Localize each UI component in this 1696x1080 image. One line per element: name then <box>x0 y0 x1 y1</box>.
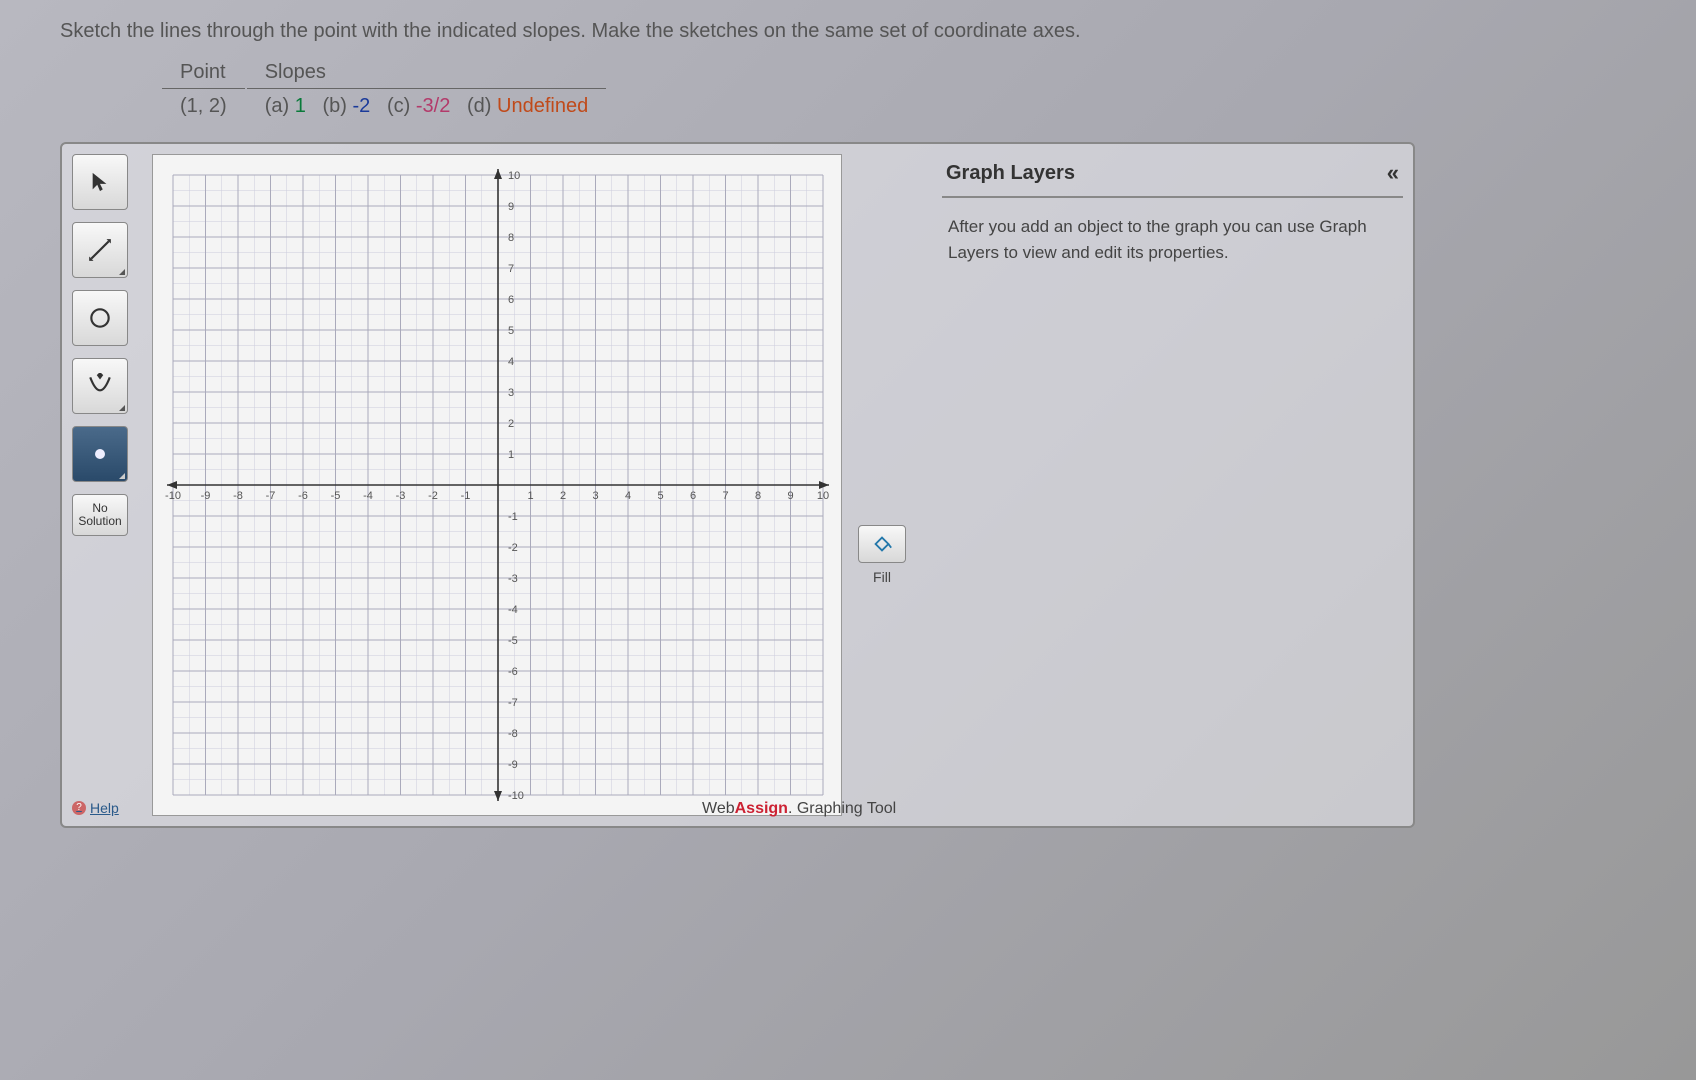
slope-d-label: (d) <box>467 95 491 117</box>
pointer-tool-button[interactable] <box>72 154 128 210</box>
toolbar: No Solution ? Help <box>72 154 142 816</box>
brand-web: Web <box>702 800 735 817</box>
circle-tool-button[interactable] <box>72 290 128 346</box>
question-text: Sketch the lines through the point with … <box>60 20 1636 43</box>
svg-text:2: 2 <box>508 418 514 430</box>
graph-layers-body: After you add an object to the graph you… <box>942 198 1403 281</box>
svg-text:4: 4 <box>508 356 514 368</box>
graph-layers-panel: Graph Layers « After you add an object t… <box>942 154 1403 816</box>
fill-button[interactable] <box>858 525 906 563</box>
brand-assign: Assign <box>735 800 788 817</box>
slope-a-value: 1 <box>295 95 306 117</box>
svg-text:10: 10 <box>508 170 520 182</box>
svg-text:-8: -8 <box>508 728 518 740</box>
svg-text:-9: -9 <box>201 490 211 502</box>
svg-text:8: 8 <box>508 232 514 244</box>
slopes-cell: (a) 1 (b) -2 (c) -3/2 (d) Undefined <box>247 91 607 122</box>
svg-text:3: 3 <box>592 490 598 502</box>
help-link[interactable]: ? Help <box>72 800 142 816</box>
svg-text:9: 9 <box>787 490 793 502</box>
svg-text:-5: -5 <box>508 635 518 647</box>
header-slopes: Slopes <box>247 57 607 89</box>
svg-text:-3: -3 <box>396 490 406 502</box>
graph-canvas[interactable]: -10 -9 -8 -7 -6 -5 -4 -3 -2 -1 1 2 3 4 5 6 7 8 9 10 -10 -9 -8 -… <box>152 154 842 816</box>
collapse-button[interactable]: « <box>1387 160 1399 186</box>
no-solution-label: No Solution <box>78 502 121 528</box>
slope-c-value: -3/2 <box>416 95 450 117</box>
svg-text:-6: -6 <box>508 666 518 678</box>
svg-text:7: 7 <box>508 263 514 275</box>
no-solution-button[interactable]: No Solution <box>72 494 128 536</box>
svg-text:-7: -7 <box>266 490 276 502</box>
parabola-tool-button[interactable] <box>72 358 128 414</box>
svg-text:7: 7 <box>722 490 728 502</box>
fill-label: Fill <box>873 569 891 585</box>
brand-suffix: . Graphing Tool <box>788 800 896 817</box>
svg-text:6: 6 <box>690 490 696 502</box>
svg-text:-3: -3 <box>508 573 518 585</box>
slope-d-value: Undefined <box>497 95 588 117</box>
svg-text:9: 9 <box>508 201 514 213</box>
line-tool-button[interactable] <box>72 222 128 278</box>
svg-text:-10: -10 <box>165 490 181 502</box>
point-tool-button[interactable] <box>72 426 128 482</box>
point-slope-table: Point Slopes (1, 2) (a) 1 (b) -2 (c) -3/… <box>160 55 608 124</box>
svg-text:-2: -2 <box>508 542 518 554</box>
header-point: Point <box>162 57 245 89</box>
svg-text:3: 3 <box>508 387 514 399</box>
slope-a-label: (a) <box>265 95 289 117</box>
svg-text:-1: -1 <box>461 490 471 502</box>
svg-text:4: 4 <box>625 490 631 502</box>
svg-text:2: 2 <box>560 490 566 502</box>
svg-text:10: 10 <box>817 490 829 502</box>
help-icon: ? <box>72 801 86 815</box>
svg-text:-8: -8 <box>233 490 243 502</box>
svg-text:-9: -9 <box>508 759 518 771</box>
graphing-tool-frame: No Solution ? Help -10-9-8-7-6-5-4-3-2-1… <box>60 142 1415 828</box>
slope-c-label: (c) <box>387 95 410 117</box>
coordinate-grid: -10 -9 -8 -7 -6 -5 -4 -3 -2 -1 1 2 3 4 5 6 7 8 9 10 -10 -9 -8 -… <box>153 155 843 815</box>
help-label: Help <box>90 800 119 816</box>
fill-box: Fill <box>852 294 912 816</box>
svg-text:-10: -10 <box>508 790 524 802</box>
svg-text:-1: -1 <box>508 511 518 523</box>
svg-text:-6: -6 <box>298 490 308 502</box>
svg-text:-2: -2 <box>428 490 438 502</box>
svg-text:-7: -7 <box>508 697 518 709</box>
slope-b-value: -2 <box>353 95 371 117</box>
svg-text:1: 1 <box>527 490 533 502</box>
svg-text:-4: -4 <box>508 604 518 616</box>
svg-text:5: 5 <box>657 490 663 502</box>
brand-footer: WebAssign. Graphing Tool <box>702 800 896 818</box>
svg-text:-5: -5 <box>331 490 341 502</box>
svg-text:8: 8 <box>755 490 761 502</box>
svg-text:1: 1 <box>508 449 514 461</box>
point-value: (1, 2) <box>162 91 245 122</box>
svg-text:5: 5 <box>508 325 514 337</box>
slope-b-label: (b) <box>323 95 347 117</box>
graph-layers-title: Graph Layers <box>946 162 1075 185</box>
svg-text:6: 6 <box>508 294 514 306</box>
svg-text:-4: -4 <box>363 490 373 502</box>
